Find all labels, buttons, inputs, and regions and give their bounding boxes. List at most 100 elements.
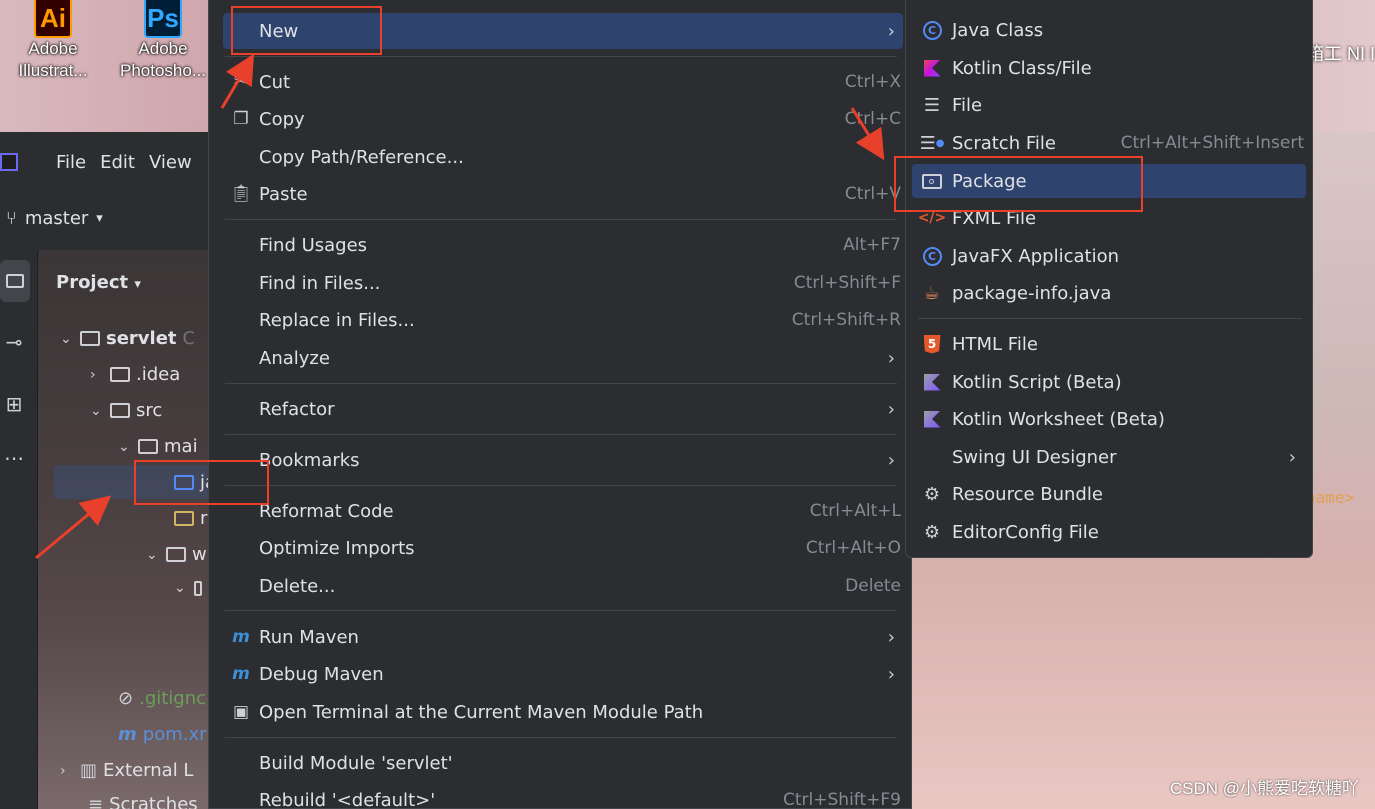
project-panel-title[interactable]: Project ▾ [56,272,141,293]
submenu-item-kotlin-class[interactable]: Kotlin Class/File [912,51,1306,85]
menu-item-shortcut: Ctrl+Shift+F9 [783,790,901,809]
menu-separator [225,56,897,57]
menu-file[interactable]: File [56,152,86,173]
structure-icon[interactable]: ⊞ [0,392,28,420]
menu-separator [225,434,897,435]
submenu-item-kotlin-script[interactable]: Kotlin Script (Beta) [912,365,1306,399]
menu-item-label: Run Maven [259,626,359,648]
menu-item-debug-maven[interactable]: m Debug Maven › [223,656,903,692]
javafx-icon: C [922,246,942,266]
more-icon[interactable]: ⋯ [0,446,28,474]
menu-item-label: Optimize Imports [259,537,415,559]
menu-item-copy[interactable]: ❐ Copy Ctrl+C [223,101,903,137]
tree-item-webapp[interactable]: ⌄ w [146,544,207,565]
submenu-item-resource-bundle[interactable]: ⚙ Resource Bundle [912,477,1306,511]
menu-item-find-usages[interactable]: Find Usages Alt+F7 [223,227,903,263]
tree-item-gitignore[interactable]: ⊘ .gitignc [118,688,206,709]
vcs-branch-widget[interactable]: ⑂ master ▾ [6,208,103,229]
folder-icon [110,367,130,382]
chevron-down-icon: ⌄ [146,546,158,563]
menu-item-delete[interactable]: Delete... Delete [223,568,903,604]
submenu-item-file[interactable]: ☰ File [912,88,1306,122]
menu-separator [225,610,897,611]
photoshop-icon: Ps [144,0,182,38]
chevron-right-icon: › [1288,446,1296,468]
terminal-icon: ▣ [232,702,250,722]
tree-item-resources[interactable]: r [174,508,207,529]
tree-item-webinf[interactable]: ⌄ [174,580,208,596]
project-title-label: Project [56,272,129,293]
folder-icon [194,580,202,596]
desktop-icon-fragment: 箱工 NI I [1305,44,1375,64]
menu-item-cut[interactable]: ✂ Cut Ctrl+X [223,64,903,100]
menu-item-run-maven[interactable]: m Run Maven › [223,619,903,655]
menu-item-label: Cut [259,71,291,93]
submenu-item-editorconfig[interactable]: ⚙ EditorConfig File [912,515,1306,549]
menu-item-shortcut: Alt+F7 [843,235,901,255]
scissors-icon: ✂ [233,72,249,92]
tree-item-idea[interactable]: › .idea [90,364,180,385]
menu-item-analyze[interactable]: Analyze › [223,340,903,376]
menu-item-find-in-files[interactable]: Find in Files... Ctrl+Shift+F [223,265,903,301]
submenu-item-html-file[interactable]: 5 HTML File [912,327,1306,361]
chevron-down-icon: ▾ [96,211,103,226]
submenu-item-label: Java Class [952,19,1044,41]
menu-item-bookmarks[interactable]: Bookmarks › [223,442,903,478]
submenu-item-javafx-app[interactable]: C JavaFX Application [912,239,1306,273]
menu-item-label: Find Usages [259,234,368,256]
chevron-right-icon: › [887,449,895,471]
menu-item-copy-path[interactable]: Copy Path/Reference... [223,139,903,175]
annotation-box-new [231,6,382,55]
desktop-icon-photoshop[interactable]: Ps Adobe Photosho... [118,0,208,82]
watermark-text: CSDN @小熊爱吃软糖吖 [1169,779,1359,798]
chevron-down-icon: ⌄ [90,402,102,419]
menu-item-refactor[interactable]: Refactor › [223,391,903,427]
java-class-icon: C [922,20,942,40]
project-tool-button[interactable] [0,260,30,302]
tree-item-main[interactable]: ⌄ mai [118,436,198,457]
resources-folder-icon [174,511,194,526]
submenu-separator [918,318,1302,319]
tree-item-scratches[interactable]: ≡ Scratches [88,794,198,809]
chevron-down-icon: ⌄ [118,438,130,455]
menu-item-shortcut: Ctrl+Shift+F [793,273,901,293]
desktop-icon-illustrator[interactable]: Ai Adobe Illustrat... [8,0,98,82]
menu-item-label: Reformat Code [259,500,394,522]
menu-item-replace-in-files[interactable]: Replace in Files... Ctrl+Shift+R [223,302,903,338]
tool-window-strip: ⊸ ⊞ ⋯ [0,250,38,809]
library-icon: ▥ [80,760,98,781]
menu-item-optimize-imports[interactable]: Optimize Imports Ctrl+Alt+O [223,530,903,566]
submenu-item-label: Kotlin Worksheet (Beta) [952,408,1165,430]
menu-item-reformat-code[interactable]: Reformat Code Ctrl+Alt+L [223,493,903,529]
menu-item-shortcut: Ctrl+Alt+O [805,538,901,558]
chevron-down-icon: ⌄ [174,580,186,596]
menu-view[interactable]: View [149,152,192,173]
submenu-item-kotlin-worksheet[interactable]: Kotlin Worksheet (Beta) [912,402,1306,436]
submenu-item-scratch-file[interactable]: ☰ ● Scratch File Ctrl+Alt+Shift+Insert [912,126,1306,160]
tree-item-src[interactable]: ⌄ src [90,400,162,421]
maven-icon: m [118,724,137,745]
submenu-item-label: Swing UI Designer [952,446,1117,468]
menu-item-shortcut: Ctrl+Shift+R [791,310,901,330]
menu-item-label: Rebuild '<default>' [259,789,436,809]
tree-item-external-libraries[interactable]: › ▥ External L [60,760,193,781]
submenu-item-java-class[interactable]: C Java Class [912,13,1306,47]
chevron-down-icon: ⌄ [60,330,72,347]
tree-item-servlet[interactable]: ⌄ servlet C [60,328,195,349]
chevron-right-icon: › [90,366,96,383]
submenu-item-package-info[interactable]: ☕︎ package-info.java [912,276,1306,310]
package-info-icon: ☕︎ [923,282,941,304]
menu-item-label: Delete... [259,575,336,597]
chevron-right-icon: › [887,398,895,420]
menu-item-rebuild[interactable]: Rebuild '<default>' Ctrl+Shift+F9 [223,782,903,809]
tree-item-pom[interactable]: m pom.xr [118,724,207,745]
menu-item-label: Find in Files... [259,272,381,294]
menu-item-open-terminal[interactable]: ▣ Open Terminal at the Current Maven Mod… [223,694,903,730]
commit-icon[interactable]: ⊸ [0,330,28,358]
menu-item-build-module[interactable]: Build Module 'servlet' [223,745,903,781]
submenu-item-label: Resource Bundle [952,483,1103,505]
menu-edit[interactable]: Edit [100,152,135,173]
menu-item-paste[interactable]: 📋︎ Paste Ctrl+V [223,176,903,212]
tree-item-label: servlet [106,328,177,349]
submenu-item-swing-ui-designer[interactable]: Swing UI Designer › [912,440,1306,474]
